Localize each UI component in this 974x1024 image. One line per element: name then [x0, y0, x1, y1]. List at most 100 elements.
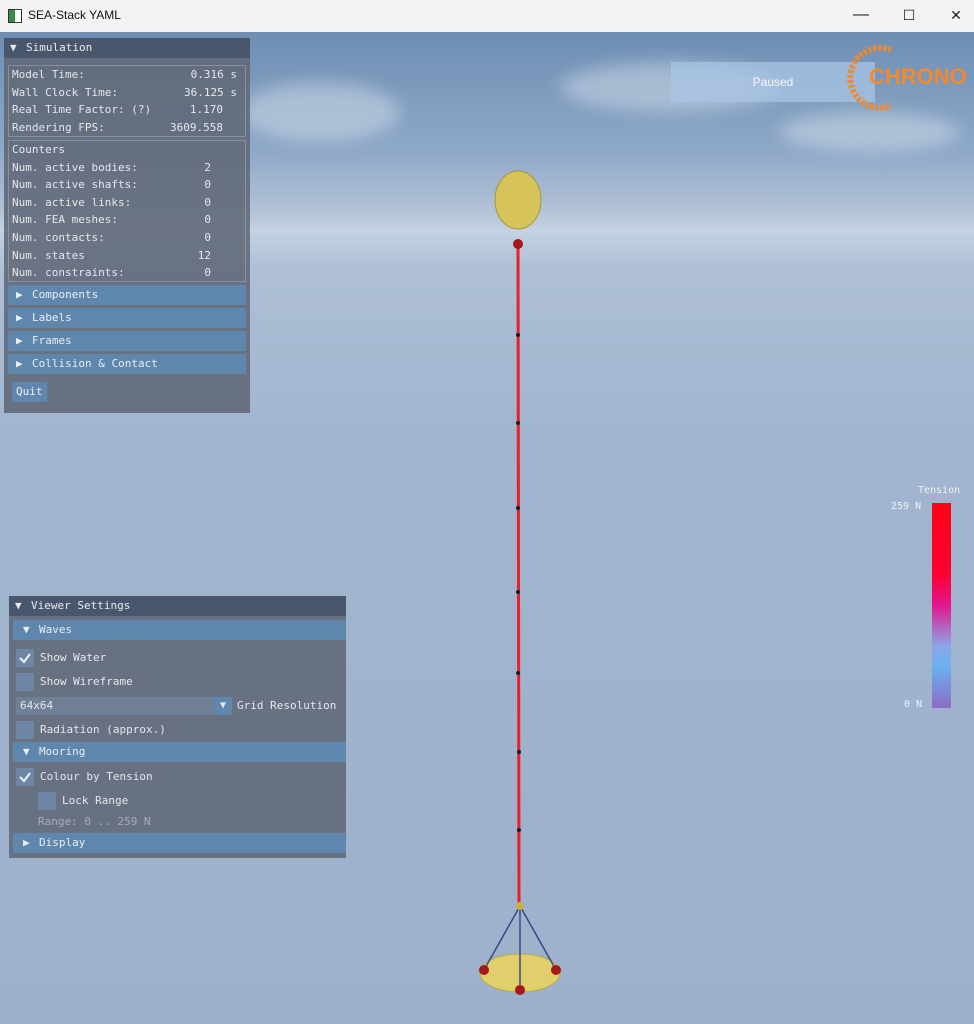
chrono-logo: CHRONO: [843, 42, 973, 112]
lock-range-row[interactable]: Lock Range: [38, 791, 338, 811]
counters-box: Counters Num. active bodies: 2 Num. activ…: [8, 140, 246, 282]
expand-right-icon: ▶: [16, 311, 23, 324]
simulation-panel: ▼ Simulation Model Time: 0.316 s Wall Cloc…: [4, 38, 250, 413]
stat-value: 3609.558: [170, 120, 223, 134]
stat-label: Real Time Factor: (?): [12, 103, 152, 117]
collapse-down-icon: ▼: [15, 599, 22, 612]
counter-value: 12: [197, 248, 211, 262]
display-title: Display: [39, 836, 86, 849]
stat-value: 36.125 s: [184, 85, 237, 99]
waves-header[interactable]: ▼ Waves: [13, 620, 346, 640]
counter-row: Num. active links: 0: [9, 194, 245, 212]
show-wireframe-row[interactable]: Show Wireframe: [16, 672, 336, 692]
display-header[interactable]: ▶ Display: [13, 833, 346, 853]
float-buoy: [494, 170, 542, 230]
counter-label: Num. states: [12, 248, 85, 262]
mooring-cable: [516, 243, 521, 905]
section-frames[interactable]: ▶ Frames: [8, 331, 246, 351]
simulation-title: Simulation: [26, 41, 93, 54]
tension-colorbar: [932, 503, 951, 708]
counter-row: Num. active shafts: 0: [9, 176, 245, 194]
chrono-logo-text: CHRONO: [869, 64, 967, 89]
lock-range-checkbox[interactable]: [38, 792, 56, 810]
stat-value: 1.170: [189, 103, 223, 117]
expand-right-icon: ▶: [16, 357, 23, 370]
counter-value: 0: [204, 195, 211, 209]
stat-row: Rendering FPS: 3609.558: [9, 119, 245, 137]
radiation-label: Radiation (approx.): [40, 723, 166, 736]
counter-row: Num. active bodies: 2: [9, 159, 245, 177]
section-label: Labels: [32, 311, 72, 324]
stats-box: Model Time: 0.316 s Wall Clock Time: 36.12…: [8, 65, 246, 137]
buoy-connector: [513, 239, 523, 249]
section-collision-contact[interactable]: ▶ Collision & Contact: [8, 354, 246, 374]
counter-label: Num. active bodies:: [12, 160, 138, 174]
counter-label: Num. active shafts:: [12, 178, 138, 192]
checkmark-icon: [19, 653, 31, 664]
checkmark-icon: [19, 772, 31, 783]
counter-value: 0: [204, 266, 211, 280]
counter-row: Num. states 12: [9, 247, 245, 265]
counter-label: Num. active links:: [12, 195, 132, 209]
anchor-hub: [516, 902, 524, 910]
grid-resolution-select[interactable]: 64x64: [16, 697, 214, 715]
counter-label: Num. contacts:: [12, 230, 105, 244]
stat-label: Model Time:: [12, 68, 85, 81]
collapse-down-icon: ▼: [10, 41, 17, 54]
radiation-row[interactable]: Radiation (approx.): [16, 720, 336, 740]
mooring-title: Mooring: [39, 745, 86, 758]
show-wireframe-checkbox[interactable]: [16, 673, 34, 691]
stat-label: Rendering FPS:: [12, 120, 105, 134]
counter-row: Num. constraints: 0: [9, 264, 245, 282]
show-water-row[interactable]: Show Water: [16, 648, 336, 668]
counter-row: Num. contacts: 0: [9, 229, 245, 247]
counter-value: 0: [204, 213, 211, 227]
viewer-settings-header[interactable]: ▼ Viewer Settings: [9, 596, 346, 616]
expand-right-icon: ▶: [16, 334, 23, 347]
stat-row: Real Time Factor: (?) 1.170: [9, 101, 245, 119]
dropdown-arrow-icon[interactable]: ▼: [214, 697, 232, 715]
expand-right-icon: ▶: [23, 836, 30, 849]
counter-value: 0: [204, 230, 211, 244]
simulation-header[interactable]: ▼ Simulation: [4, 38, 250, 58]
viewer-settings-panel: ▼ Viewer Settings ▼ Waves Show Water Show …: [9, 596, 346, 858]
waves-title: Waves: [39, 623, 73, 636]
show-water-checkbox[interactable]: [16, 649, 34, 667]
mooring-header[interactable]: ▼ Mooring: [13, 742, 346, 762]
show-wireframe-label: Show Wireframe: [40, 675, 133, 688]
colorbar-title: Tension: [918, 485, 961, 496]
colour-by-tension-checkbox[interactable]: [16, 768, 34, 786]
app-icon: [8, 9, 22, 23]
radiation-checkbox[interactable]: [16, 721, 34, 739]
counter-value: 0: [204, 178, 211, 192]
expand-right-icon: ▶: [16, 288, 23, 301]
show-water-label: Show Water: [40, 651, 107, 664]
stat-label: Wall Clock Time:: [12, 85, 118, 99]
section-labels[interactable]: ▶ Labels: [8, 308, 246, 328]
minimize-button[interactable]: —: [843, 4, 879, 28]
section-components[interactable]: ▶ Components: [8, 285, 246, 305]
counter-row: Num. FEA meshes: 0: [9, 211, 245, 229]
colorbar-max-label: 259 N: [891, 501, 922, 512]
collapse-down-icon: ▼: [23, 745, 30, 758]
collapse-down-icon: ▼: [23, 623, 30, 636]
colour-by-tension-label: Colour by Tension: [40, 770, 153, 783]
stat-row: Wall Clock Time: 36.125 s: [9, 84, 245, 102]
lock-range-label: Lock Range: [62, 794, 129, 807]
grid-resolution-row: 64x64 ▼ Grid Resolution: [16, 696, 346, 716]
window-titlebar: SEA-Stack YAML — ☐ ✕: [0, 0, 974, 33]
stat-value: 0.316 s: [190, 68, 237, 81]
range-text: Range: 0 .. 259 N: [38, 815, 151, 828]
counter-value: 2: [204, 160, 211, 174]
quit-button[interactable]: Quit: [12, 382, 47, 402]
close-button[interactable]: ✕: [938, 4, 974, 28]
viewer-settings-title: Viewer Settings: [31, 599, 131, 612]
colour-by-tension-row[interactable]: Colour by Tension: [16, 767, 336, 787]
counters-title: Counters: [12, 143, 65, 156]
section-label: Collision & Contact: [32, 357, 158, 370]
counter-label: Num. FEA meshes:: [12, 213, 118, 227]
section-label: Components: [32, 288, 99, 301]
window-title: SEA-Stack YAML: [28, 8, 121, 22]
maximize-button[interactable]: ☐: [891, 4, 927, 28]
section-label: Frames: [32, 334, 72, 347]
